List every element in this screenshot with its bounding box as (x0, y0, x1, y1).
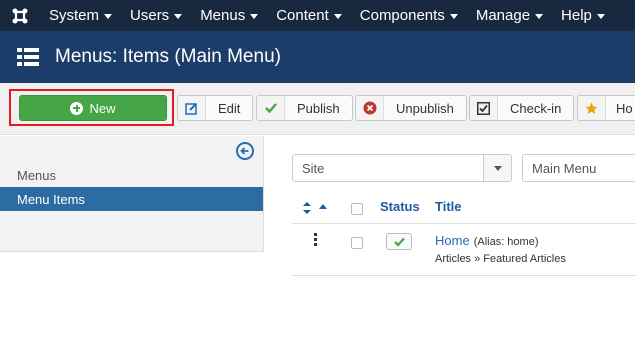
checkin-button-label: Check-in (510, 100, 562, 116)
caret-down-icon (493, 165, 502, 171)
checkin-button[interactable]: Check-in (469, 95, 575, 121)
item-title-link[interactable]: Home (435, 233, 470, 248)
page-title: Menus: Items (Main Menu) (55, 46, 281, 67)
check-icon (393, 237, 405, 247)
nav-components[interactable]: Components (351, 0, 467, 31)
row-title: Home (Alias: home) (435, 233, 538, 248)
nav-label: Manage (475, 7, 531, 24)
row-checkbox[interactable] (351, 237, 363, 249)
new-button[interactable]: New (19, 95, 167, 121)
publish-button[interactable]: Publish (256, 95, 353, 121)
nav-label: Components (359, 7, 445, 24)
nav-label: Help (561, 7, 592, 24)
nav-manage[interactable]: Manage (467, 0, 552, 31)
caret-down-icon (104, 14, 113, 19)
home-button-label: Ho (616, 100, 633, 116)
joomla-icon[interactable] (0, 0, 40, 31)
caret-down-icon (174, 14, 183, 19)
nav-content[interactable]: Content (267, 0, 351, 31)
sidebar-item-menus[interactable]: Menus (0, 163, 263, 187)
plus-circle-icon (70, 101, 84, 115)
unpublish-button-label: Unpublish (396, 100, 454, 116)
table-header (292, 190, 635, 224)
nav-menus[interactable]: Menus (191, 0, 267, 31)
nav-users[interactable]: Users (121, 0, 191, 31)
star-icon (578, 96, 606, 120)
sidebar: Menus Menu Items (0, 136, 264, 252)
nav-system[interactable]: System (40, 0, 121, 31)
nav-label: Content (276, 7, 329, 24)
edit-button-label: Edit (218, 100, 241, 116)
edit-button[interactable]: Edit (177, 95, 254, 121)
site-select-value: Site (302, 160, 325, 176)
times-circle-icon (356, 96, 384, 120)
status-toggle-button[interactable] (386, 233, 412, 250)
item-type: Articles » Featured Articles (435, 253, 566, 265)
check-icon (257, 96, 285, 120)
item-alias: (Alias: home) (473, 236, 539, 248)
caret-down-icon (449, 14, 458, 19)
menu-select-value: Main Menu (532, 160, 597, 176)
caret-down-icon (250, 14, 259, 19)
nav-label: System (49, 7, 100, 24)
nav-help[interactable]: Help (552, 0, 614, 31)
edit-icon (178, 96, 206, 120)
home-button[interactable]: Ho (577, 95, 635, 121)
sort-icon[interactable] (303, 201, 327, 219)
new-button-label: New (89, 100, 116, 116)
caret-down-icon (333, 14, 342, 19)
column-header-title[interactable]: Title (435, 199, 462, 214)
arrow-left-circle-icon[interactable] (236, 142, 254, 160)
dropdown-toggle[interactable] (483, 155, 511, 181)
nav-label: Users (130, 7, 170, 24)
site-select[interactable]: Site (292, 154, 512, 182)
list-icon (17, 47, 39, 67)
sidebar-item-label: Menus (17, 167, 57, 183)
publish-button-label: Publish (297, 100, 340, 116)
sidebar-item-label: Menu Items (17, 191, 85, 207)
table-row (292, 224, 635, 276)
menu-select[interactable]: Main Menu (522, 154, 635, 182)
column-header-status[interactable]: Status (380, 199, 420, 214)
checkbox-icon (470, 96, 498, 120)
sidebar-item-menu-items[interactable]: Menu Items (0, 187, 263, 211)
drag-handle-icon[interactable] (314, 233, 318, 248)
caret-down-icon (535, 14, 544, 19)
unpublish-button[interactable]: Unpublish (355, 95, 467, 121)
toolbar: New Edit Publish Unpublish Check-in Ho (0, 83, 635, 135)
nav-label: Menus (200, 7, 246, 24)
caret-down-icon (596, 14, 605, 19)
page-header: Menus: Items (Main Menu) (0, 31, 635, 83)
top-navbar: System Users Menus Content Components Ma… (0, 0, 635, 31)
select-all-checkbox[interactable] (351, 203, 363, 215)
